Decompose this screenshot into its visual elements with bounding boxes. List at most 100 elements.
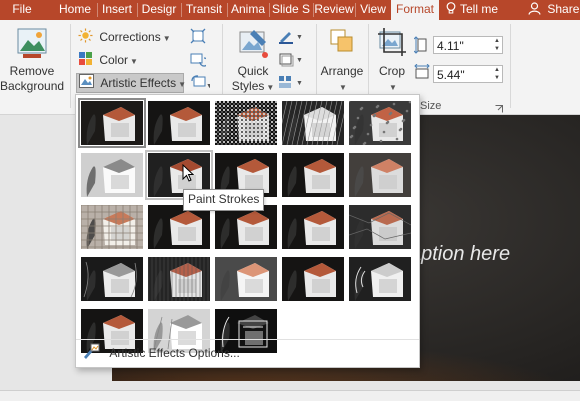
tab-home[interactable]: Home — [54, 0, 96, 20]
person-icon — [528, 2, 544, 16]
corrections-button[interactable]: Corrections ▼ — [78, 28, 172, 46]
chevron-down-icon: ▼ — [178, 80, 187, 89]
tab-slide-show[interactable]: Slide S — [270, 0, 312, 20]
effect-thumbnail-mosaic[interactable] — [81, 205, 143, 249]
shape-height-value: 4.11" — [437, 39, 464, 53]
remove-background-label-1: Remove — [9, 64, 55, 78]
quick-styles-icon — [228, 26, 278, 64]
artistic-effects-label: Artistic Effects — [100, 76, 177, 90]
picture-border-button[interactable]: ▼ — [278, 28, 308, 46]
tab-design[interactable]: Desigr — [138, 0, 180, 20]
shape-width-value: 5.44" — [437, 68, 465, 82]
effect-thumbnail-plain[interactable] — [78, 98, 146, 148]
effect-thumbnail-sketch-bw[interactable] — [349, 257, 411, 301]
quick-styles-label-2-row: Styles ▼ — [228, 79, 278, 95]
effect-thumbnail-dark[interactable] — [148, 205, 210, 249]
artistic-effects-options-item[interactable]: Artistic Effects Options... — [80, 343, 415, 363]
effect-thumbnail-dark[interactable] — [282, 153, 344, 197]
arrange-button[interactable]: Arrange ▼ — [318, 26, 366, 95]
spinner-arrows-icon[interactable]: ▲ ▼ — [494, 66, 500, 82]
svg-text:▼: ▼ — [206, 83, 210, 90]
crop-icon — [372, 26, 412, 64]
group-separator — [70, 24, 71, 108]
spinner-arrows-icon[interactable]: ▲ ▼ — [494, 37, 500, 53]
svg-text:▼: ▼ — [296, 34, 303, 41]
size-dialog-launcher-icon[interactable] — [495, 102, 503, 116]
quick-styles-label-1: Quick — [237, 64, 269, 78]
effect-thumbnail-line-drawing[interactable] — [81, 257, 143, 301]
tab-review[interactable]: Review — [314, 0, 354, 20]
sun-icon — [78, 28, 93, 48]
tab-animations[interactable]: Anima — [228, 0, 268, 20]
picture-layout-button[interactable]: ▼ — [278, 74, 308, 92]
artistic-effects-gallery: Artistic Effects Options... — [75, 94, 420, 368]
compress-icon — [190, 28, 206, 47]
tell-me-label: Tell me — [460, 2, 499, 16]
chevron-down-icon: ▼ — [389, 83, 397, 92]
effect-thumbnail-blur[interactable] — [349, 153, 411, 197]
reset-picture-button[interactable]: ▼ — [190, 74, 213, 93]
pencil-icon: ▼ — [278, 32, 306, 47]
picture-effects-button[interactable]: ▼ — [278, 51, 308, 69]
effect-thumbnail-noisy[interactable] — [215, 101, 277, 145]
artistic-effects-icon — [79, 74, 94, 93]
share-button[interactable]: Share — [528, 0, 580, 20]
tab-transitions[interactable]: Transit — [182, 0, 226, 20]
chevron-down-icon: ▼ — [162, 34, 171, 44]
effect-thumbnail-dark[interactable] — [282, 205, 344, 249]
gallery-separator — [76, 339, 419, 340]
artistic-effects-button[interactable]: Artistic Effects ▼ — [76, 73, 187, 93]
remove-background-icon — [0, 26, 64, 64]
group-separator — [510, 24, 511, 108]
width-icon — [414, 63, 430, 83]
quick-styles-label-2: Styles — [231, 79, 265, 93]
effect-thumbnail-marker[interactable] — [349, 101, 411, 145]
remove-background-label-2: Background — [0, 79, 65, 93]
corrections-label: Corrections — [99, 30, 161, 45]
compress-pictures-button[interactable] — [190, 28, 210, 46]
height-icon — [413, 36, 428, 57]
effect-thumbnail-pencil-gray[interactable] — [81, 153, 143, 197]
change-picture-button[interactable] — [190, 51, 210, 69]
effect-thumbnail-glow[interactable] — [215, 257, 277, 301]
color-button[interactable]: Color ▼ — [78, 51, 148, 69]
chevron-down-icon: ▼ — [339, 83, 347, 92]
effect-thumbnail-crumpled[interactable] — [349, 205, 411, 249]
svg-text:▼: ▼ — [296, 80, 303, 87]
tab-format[interactable]: Format — [391, 0, 439, 20]
status-bar — [0, 390, 580, 401]
chevron-down-icon: ▼ — [130, 57, 138, 67]
chevron-down-icon: ▼ — [266, 83, 275, 92]
arrange-label: Arrange — [320, 64, 364, 78]
tab-insert[interactable]: Insert — [98, 0, 136, 20]
change-picture-icon — [190, 53, 209, 70]
crop-label: Crop — [378, 64, 405, 78]
shape-height-field[interactable]: 4.11" ▲ ▼ — [433, 36, 503, 54]
shape-width-field[interactable]: 5.44" ▲ ▼ — [433, 65, 503, 83]
ribbon-tab-bar: File Home Insert Desigr Transit Anima Sl… — [0, 0, 580, 20]
tab-view[interactable]: View — [356, 0, 390, 20]
size-group-label: Size — [420, 100, 442, 112]
effects-icon: ▼ — [278, 53, 306, 70]
remove-background-button[interactable]: Remove Background — [0, 26, 64, 94]
quick-styles-button[interactable]: Quick Styles ▼ — [228, 26, 278, 95]
reset-picture-icon: ▼ — [190, 75, 213, 93]
effect-thumbnail-sketch[interactable] — [282, 101, 344, 145]
tell-me-box[interactable]: Tell me — [446, 0, 512, 20]
color-palette-icon — [78, 51, 93, 71]
artistic-effects-options-icon — [82, 343, 100, 365]
arrange-icon — [318, 26, 366, 64]
effect-thumbnail-dark[interactable] — [282, 257, 344, 301]
share-label: Share — [547, 2, 580, 16]
lightbulb-icon — [446, 0, 458, 18]
effect-thumbnail-grid[interactable] — [148, 257, 210, 301]
effect-thumbnail-dark[interactable] — [148, 101, 210, 145]
effect-thumbnail-dark[interactable] — [215, 205, 277, 249]
artistic-effects-options-label: Artistic Effects Options... — [109, 346, 240, 361]
layout-icon: ▼ — [278, 76, 306, 93]
effect-tooltip: Paint Strokes — [183, 189, 265, 211]
slide-caption-text[interactable]: aption here — [410, 243, 510, 266]
tab-file[interactable]: File — [0, 0, 44, 20]
crop-button[interactable]: Crop ▼ — [372, 26, 412, 95]
color-label: Color — [99, 53, 129, 68]
